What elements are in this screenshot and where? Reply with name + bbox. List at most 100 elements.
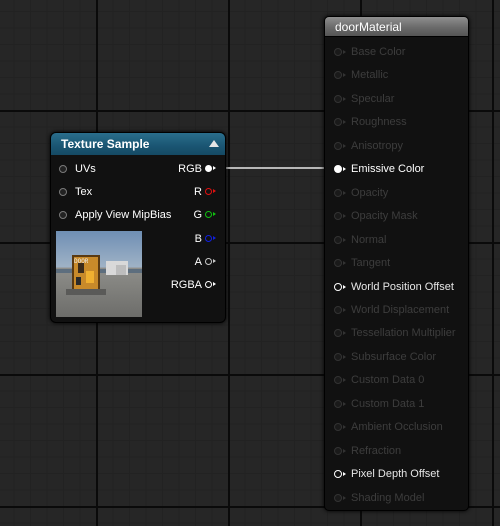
material-pin-emissive-color[interactable]: Emissive Color — [325, 162, 465, 176]
normal-label: Normal — [351, 233, 387, 246]
specular-label: Specular — [351, 92, 395, 105]
output-g-label: G — [193, 209, 202, 221]
material-pin-custom-data-1[interactable]: Custom Data 1 — [325, 397, 465, 411]
normal-pin-icon[interactable] — [334, 235, 342, 244]
material-pin-specular[interactable]: Specular — [325, 92, 465, 106]
door-material-header[interactable]: doorMaterial — [325, 17, 468, 37]
tex-label: Tex — [75, 186, 93, 198]
texture-sample-title: Texture Sample — [61, 137, 150, 151]
collapse-arrow-icon[interactable] — [209, 140, 219, 147]
material-pin-pixel-depth-offset[interactable]: Pixel Depth Offset — [325, 467, 465, 481]
anisotropy-label: Anisotropy — [351, 139, 403, 152]
world-position-offset-label: World Position Offset — [351, 280, 454, 293]
material-pin-tessellation-multiplier[interactable]: Tessellation Multiplier — [325, 326, 465, 340]
custom-data-1-label: Custom Data 1 — [351, 397, 425, 410]
specular-pin-icon[interactable] — [334, 94, 342, 103]
material-pin-custom-data-0[interactable]: Custom Data 0 — [325, 373, 465, 387]
tessellation-multiplier-pin-icon[interactable] — [334, 329, 342, 338]
uvs-label: UVs — [75, 163, 96, 175]
g-arrow-icon — [213, 212, 216, 216]
base-color-label: Base Color — [351, 46, 406, 58]
material-pin-world-position-offset[interactable]: World Position Offset — [325, 280, 465, 294]
world-displacement-label: World Displacement — [351, 303, 450, 316]
rgba-arrow-icon — [213, 282, 216, 286]
emissive-color-arrow-icon — [343, 167, 346, 172]
specular-arrow-icon — [343, 96, 346, 101]
input-row-tex: Tex — [75, 185, 92, 199]
refraction-pin-icon[interactable] — [334, 446, 342, 455]
material-pin-anisotropy[interactable]: Anisotropy — [325, 139, 465, 153]
pixel-depth-offset-pin-icon[interactable] — [334, 470, 342, 479]
rgb-pin-icon[interactable] — [205, 165, 212, 172]
input-row-mipbias: Apply View MipBias — [75, 208, 171, 222]
material-pin-world-displacement[interactable]: World Displacement — [325, 303, 465, 317]
anisotropy-arrow-icon — [343, 143, 346, 148]
rgb-arrow-icon — [213, 166, 216, 170]
emissive-color-label: Emissive Color — [351, 163, 425, 176]
emissive-color-pin-icon[interactable] — [334, 165, 342, 174]
door-material-title: doorMaterial — [335, 20, 402, 34]
opacity-arrow-icon — [343, 190, 346, 195]
subsurface-color-pin-icon[interactable] — [334, 352, 342, 361]
tangent-pin-icon[interactable] — [334, 259, 342, 268]
opacity-mask-arrow-icon — [343, 214, 346, 219]
normal-arrow-icon — [343, 237, 346, 242]
r-arrow-icon — [213, 189, 216, 193]
material-pin-subsurface-color[interactable]: Subsurface Color — [325, 350, 465, 364]
material-pin-base-color[interactable]: Base Color — [325, 45, 465, 59]
world-displacement-arrow-icon — [343, 307, 346, 312]
custom-data-1-arrow-icon — [343, 401, 346, 406]
material-pin-opacity-mask[interactable]: Opacity Mask — [325, 209, 465, 223]
material-pin-roughness[interactable]: Roughness — [325, 115, 465, 129]
ambient-occlusion-pin-icon[interactable] — [334, 423, 342, 432]
texture-sample-node[interactable]: Texture Sample UVs Tex Apply View MipBia… — [50, 132, 226, 323]
shading-model-pin-icon[interactable] — [334, 493, 342, 502]
output-rgba-label: RGBA — [170, 279, 202, 291]
tessellation-multiplier-label: Tessellation Multiplier — [351, 327, 456, 340]
a-pin-icon[interactable] — [205, 258, 212, 265]
refraction-arrow-icon — [343, 448, 346, 453]
roughness-label: Roughness — [351, 116, 407, 129]
roughness-arrow-icon — [343, 120, 346, 125]
world-displacement-pin-icon[interactable] — [334, 305, 342, 314]
material-pin-refraction[interactable]: Refraction — [325, 444, 465, 458]
r-pin-icon[interactable] — [205, 188, 212, 195]
apply-view-mipbias-label: Apply View MipBias — [75, 209, 172, 221]
custom-data-1-pin-icon[interactable] — [334, 399, 342, 408]
g-pin-icon[interactable] — [205, 211, 212, 218]
anisotropy-pin-icon[interactable] — [334, 141, 342, 150]
opacity-mask-pin-icon[interactable] — [334, 212, 342, 221]
door-material-node[interactable]: doorMaterial Base Color Metallic Specular R… — [324, 16, 469, 511]
material-pin-ambient-occlusion[interactable]: Ambient Occlusion — [325, 420, 465, 434]
ambient-occlusion-label: Ambient Occlusion — [351, 421, 443, 434]
world-position-offset-pin-icon[interactable] — [334, 282, 342, 291]
world-position-offset-arrow-icon — [343, 284, 346, 289]
ambient-occlusion-arrow-icon — [343, 425, 346, 430]
base-color-pin-icon[interactable] — [334, 48, 342, 56]
output-r-label: R — [194, 186, 202, 198]
uvs-pin-icon[interactable] — [59, 165, 67, 173]
b-pin-icon[interactable] — [205, 235, 212, 242]
tex-pin-icon[interactable] — [59, 188, 67, 196]
custom-data-0-pin-icon[interactable] — [334, 376, 342, 385]
material-pin-opacity[interactable]: Opacity — [325, 186, 465, 200]
opacity-pin-icon[interactable] — [334, 188, 342, 197]
material-pin-metallic[interactable]: Metallic — [325, 68, 465, 82]
subsurface-color-arrow-icon — [343, 354, 346, 359]
roughness-pin-icon[interactable] — [334, 118, 342, 127]
output-a-label: A — [194, 256, 202, 268]
tessellation-multiplier-arrow-icon — [343, 331, 346, 336]
material-pin-tangent[interactable]: Tangent — [325, 256, 465, 270]
rgba-pin-icon[interactable] — [205, 281, 212, 288]
metallic-pin-icon[interactable] — [334, 71, 342, 80]
base-color-arrow-icon — [343, 50, 346, 54]
subsurface-color-label: Subsurface Color — [351, 350, 436, 363]
material-pin-shading-model[interactable]: Shading Model — [325, 491, 465, 505]
tangent-label: Tangent — [351, 257, 391, 270]
tangent-arrow-icon — [343, 261, 346, 266]
shading-model-arrow-icon — [343, 495, 346, 500]
apply-view-mipbias-pin-icon[interactable] — [59, 211, 67, 219]
custom-data-0-label: Custom Data 0 — [351, 374, 425, 387]
texture-sample-header[interactable]: Texture Sample — [51, 133, 225, 155]
material-pin-normal[interactable]: Normal — [325, 233, 465, 247]
